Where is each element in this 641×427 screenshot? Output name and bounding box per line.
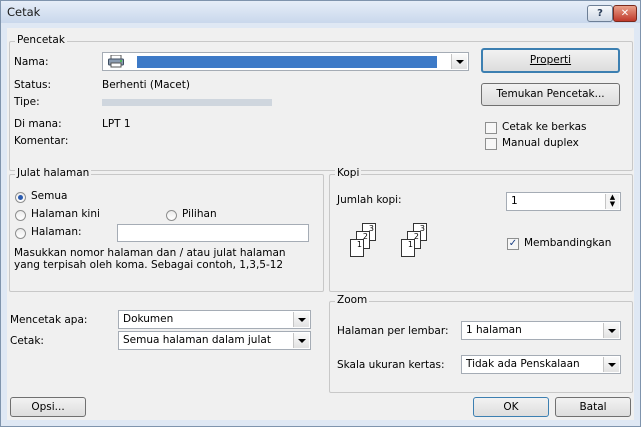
chevron-down-icon[interactable] <box>451 54 467 69</box>
pages-label: Halaman: <box>31 226 82 238</box>
manual-duplex-label: Manual duplex <box>502 137 579 149</box>
chevron-down-icon[interactable] <box>603 357 619 372</box>
collate-checkbox[interactable]: ✓ <box>507 238 519 250</box>
print-what-value: Dokumen <box>123 313 174 325</box>
close-button[interactable]: ✕ <box>613 5 637 22</box>
find-printer-button-label: Temukan Pencetak... <box>496 88 605 100</box>
print-label: Cetak: <box>10 335 44 347</box>
current-page-label: Halaman kini <box>31 208 100 220</box>
type-label: Tipe: <box>14 96 40 108</box>
copies-spinner[interactable]: ▲ ▼ <box>605 194 619 209</box>
pages-per-sheet-select[interactable]: 1 halaman <box>461 321 621 340</box>
comment-label: Komentar: <box>14 135 69 147</box>
chevron-down-icon[interactable] <box>293 333 309 348</box>
cancel-button-label: Batal <box>579 401 607 413</box>
zoom-group-label: Zoom <box>335 294 370 306</box>
printer-name-select[interactable] <box>102 52 469 71</box>
scale-select[interactable]: Tidak ada Penskalaan <box>461 355 621 374</box>
print-what-select[interactable]: Dokumen <box>118 310 311 329</box>
pages-per-sheet-value: 1 halaman <box>466 324 522 336</box>
properties-button-label: Properti <box>529 54 572 66</box>
print-what-label: Mencetak apa: <box>10 314 88 326</box>
pages-radio[interactable] <box>15 228 26 239</box>
printer-icon <box>108 54 124 68</box>
where-label: Di mana: <box>14 118 62 130</box>
page-range-hint-line1: Masukkan nomor halaman dan / atau julat … <box>14 247 286 259</box>
selection-radio[interactable] <box>166 210 177 221</box>
find-printer-button[interactable]: Temukan Pencetak... <box>481 83 620 106</box>
copies-group-label: Kopi <box>335 167 362 179</box>
dialog-content: Pencetak Nama: Properti Status: Berhenti… <box>7 28 634 420</box>
chevron-down-icon[interactable] <box>293 312 309 327</box>
scale-label: Skala ukuran kertas: <box>337 359 445 371</box>
all-pages-radio[interactable] <box>15 192 26 203</box>
pages-per-sheet-label: Halaman per lembar: <box>337 325 449 337</box>
copies-count-value: 1 <box>511 195 518 207</box>
type-value-redacted <box>102 99 272 106</box>
ok-button[interactable]: OK <box>473 397 549 417</box>
chevron-down-icon[interactable] <box>603 323 619 338</box>
cancel-button[interactable]: Batal <box>555 397 631 417</box>
scale-value: Tidak ada Penskalaan <box>466 358 580 370</box>
page-range-group-label: Julat halaman <box>15 167 92 179</box>
window-title: Cetak <box>7 5 41 19</box>
current-page-radio[interactable] <box>15 210 26 221</box>
where-value: LPT 1 <box>102 118 131 130</box>
print-select[interactable]: Semua halaman dalam julat <box>118 331 311 350</box>
printer-name-label: Nama: <box>14 56 49 68</box>
selection-label: Pilihan <box>182 208 217 220</box>
status-label: Status: <box>14 79 51 91</box>
all-pages-label: Semua <box>31 190 68 202</box>
print-value: Semua halaman dalam julat <box>123 334 271 346</box>
help-button[interactable]: ? <box>587 5 613 22</box>
print-dialog-window: Cetak ? ✕ Pencetak Nama: Properti Status… <box>0 0 641 427</box>
properties-button[interactable]: Properti <box>481 48 620 73</box>
copies-count-input[interactable]: 1 ▲ ▼ <box>506 192 621 211</box>
options-button-label: Opsi... <box>31 401 65 413</box>
print-to-file-label: Cetak ke berkas <box>502 121 587 133</box>
status-value: Berhenti (Macet) <box>102 79 190 91</box>
manual-duplex-checkbox[interactable] <box>485 138 497 150</box>
pages-input[interactable] <box>117 224 309 242</box>
zoom-group: Zoom <box>329 294 633 393</box>
page-range-hint-line2: yang terpisah oleh koma. Sebagai contoh,… <box>14 259 284 271</box>
copies-count-label: Jumlah kopi: <box>337 194 402 206</box>
ok-button-label: OK <box>503 401 519 413</box>
printer-group-label: Pencetak <box>15 34 67 46</box>
printer-name-value-highlight <box>137 56 437 68</box>
title-bar[interactable]: Cetak ? ✕ <box>1 1 640 23</box>
collate-label: Membandingkan <box>524 237 612 249</box>
print-to-file-checkbox[interactable] <box>485 122 497 134</box>
options-button[interactable]: Opsi... <box>10 397 86 417</box>
